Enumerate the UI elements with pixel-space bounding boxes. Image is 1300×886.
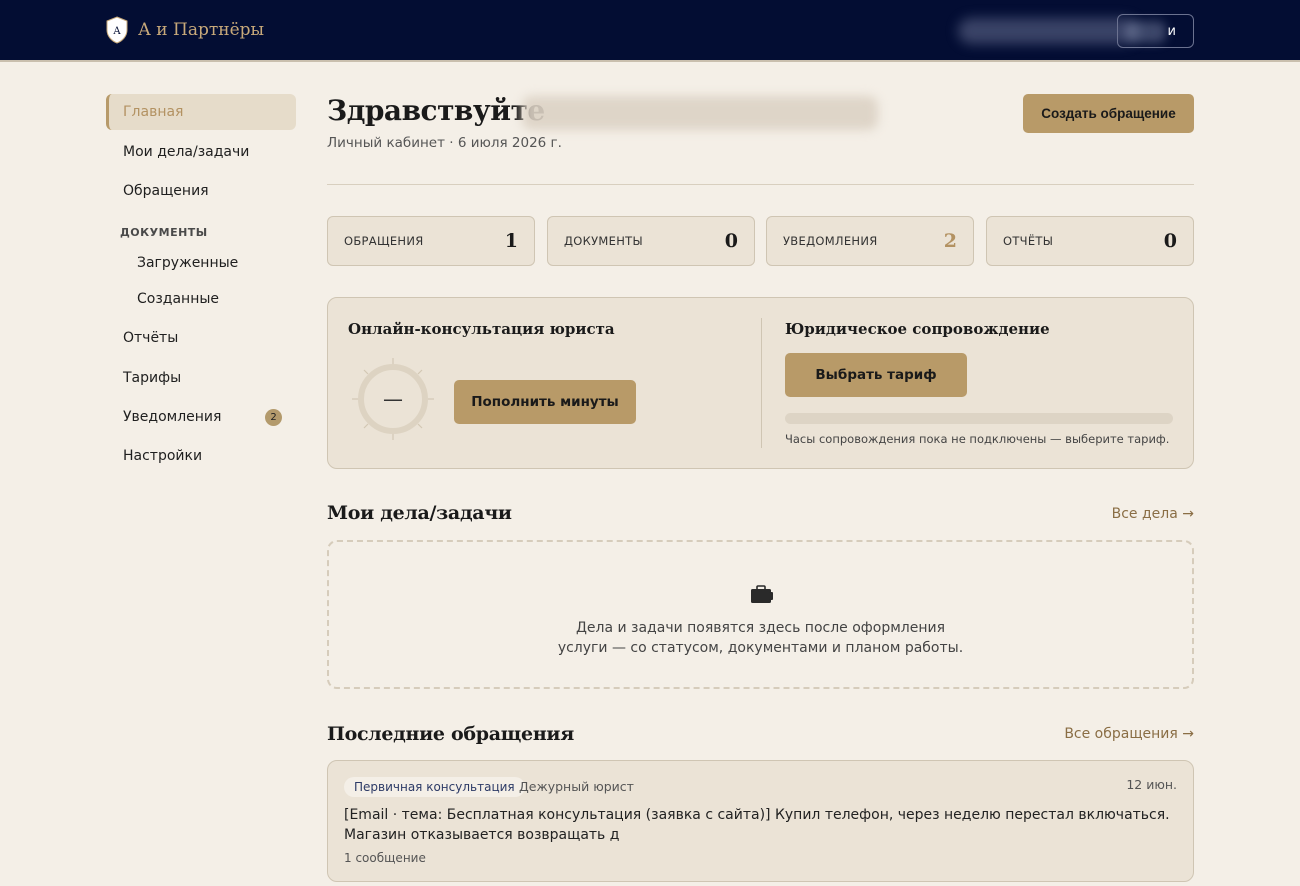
logout-label-redacted (1126, 21, 1166, 43)
stat-label: ДОКУМЕНТЫ (564, 234, 643, 248)
create-request-button[interactable]: Создать обращение (1023, 94, 1194, 133)
sidebar-item-created[interactable]: Созданные (106, 281, 296, 317)
sidebar-item-label: Настройки (123, 448, 203, 464)
request-type-tag: Первичная консультация (344, 777, 525, 797)
sidebar-item-label: Уведомления (123, 409, 222, 425)
support-hours-note: Часы сопровождения пока не подключены — … (785, 432, 1170, 446)
cases-empty-line2: услуги — со статусом, документами и план… (557, 640, 964, 656)
stat-card-requests[interactable]: ОБРАЩЕНИЯ 1 (327, 216, 535, 266)
request-message-count: 1 сообщение (344, 851, 426, 865)
logout-label: и (1167, 23, 1176, 39)
request-preview-text: [Email · тема: Бесплатная консультация (… (344, 807, 1170, 843)
consultation-title: Онлайн-консультация юриста (348, 320, 615, 338)
sidebar-item-label: Тарифы (123, 370, 182, 386)
sidebar-item-tariffs[interactable]: Тарифы (106, 360, 296, 396)
user-name-redacted (958, 18, 1138, 44)
request-date: 12 июн. (1126, 777, 1177, 792)
sidebar-item-reports[interactable]: Отчёты (106, 320, 296, 356)
stat-card-documents[interactable]: ДОКУМЕНТЫ 0 (547, 216, 755, 266)
sidebar-item-notifications[interactable]: Уведомления 2 (106, 399, 296, 435)
support-title: Юридическое сопровождение (785, 320, 1050, 338)
brand[interactable]: A А и Партнёры (106, 16, 264, 44)
shield-logo-icon: A (106, 16, 128, 44)
request-lawyer: Дежурный юрист (519, 779, 634, 794)
top-header: A А и Партнёры и (0, 0, 1300, 62)
minutes-dial-icon: — (352, 358, 434, 440)
brand-name: А и Партнёры (138, 20, 265, 40)
logout-button[interactable]: и (1117, 14, 1194, 48)
divider (761, 318, 762, 448)
all-cases-link[interactable]: Все дела → (1112, 506, 1194, 522)
stat-value: 0 (1163, 230, 1177, 252)
sidebar-item-label: Отчёты (123, 330, 179, 346)
topup-minutes-button[interactable]: Пополнить минуты (454, 380, 636, 424)
sidebar-item-label: Загруженные (137, 255, 239, 271)
user-fullname-redacted (522, 96, 878, 130)
sidebar-item-uploaded[interactable]: Загруженные (106, 245, 296, 281)
support-hours-progress (785, 413, 1173, 424)
sidebar-item-label: Созданные (137, 291, 220, 307)
stat-card-notifications[interactable]: УВЕДОМЛЕНИЯ 2 (766, 216, 974, 266)
sidebar-item-cases[interactable]: Мои дела/задачи (106, 134, 296, 170)
sidebar-item-label: Главная (123, 104, 184, 120)
sidebar-item-label: Мои дела/задачи (123, 144, 250, 160)
request-list-item[interactable]: Первичная консультация Дежурный юрист 12… (327, 760, 1194, 882)
choose-tariff-button[interactable]: Выбрать тариф (785, 353, 967, 397)
all-requests-link[interactable]: Все обращения → (1064, 726, 1194, 742)
cases-section-title: Мои дела/задачи (327, 502, 512, 524)
stat-label: УВЕДОМЛЕНИЯ (783, 234, 878, 248)
stat-label: ОТЧЁТЫ (1003, 234, 1054, 248)
sidebar-item-label: Обращения (123, 183, 209, 199)
stat-card-reports[interactable]: ОТЧЁТЫ 0 (986, 216, 1194, 266)
cases-empty-text: Дела и задачи появятся здесь после оформ… (329, 618, 1192, 658)
page-subtitle: Личный кабинет · 6 июля 2026 г. (327, 135, 562, 151)
stat-value: 2 (943, 230, 957, 252)
page-title: Здравствуйте (327, 94, 545, 127)
stat-value: 1 (504, 230, 518, 252)
notifications-count-badge: 2 (265, 409, 282, 426)
divider (327, 184, 1194, 185)
services-card: Онлайн-консультация юриста — Пополнить м… (327, 297, 1194, 469)
minutes-display: — (383, 387, 403, 411)
sidebar-section-documents: ДОКУМЕНТЫ (120, 226, 208, 239)
stat-label: ОБРАЩЕНИЯ (344, 234, 424, 248)
svg-text:A: A (112, 26, 121, 37)
sidebar-item-settings[interactable]: Настройки (106, 438, 296, 474)
cases-empty-state: Дела и задачи появятся здесь после оформ… (327, 540, 1194, 689)
requests-section-title: Последние обращения (327, 723, 574, 745)
sidebar-item-requests[interactable]: Обращения (106, 173, 296, 209)
stat-value: 0 (724, 230, 738, 252)
sidebar-item-home[interactable]: Главная (106, 94, 296, 130)
cases-empty-line1: Дела и задачи появятся здесь после оформ… (575, 620, 946, 636)
briefcase-icon (751, 585, 773, 603)
